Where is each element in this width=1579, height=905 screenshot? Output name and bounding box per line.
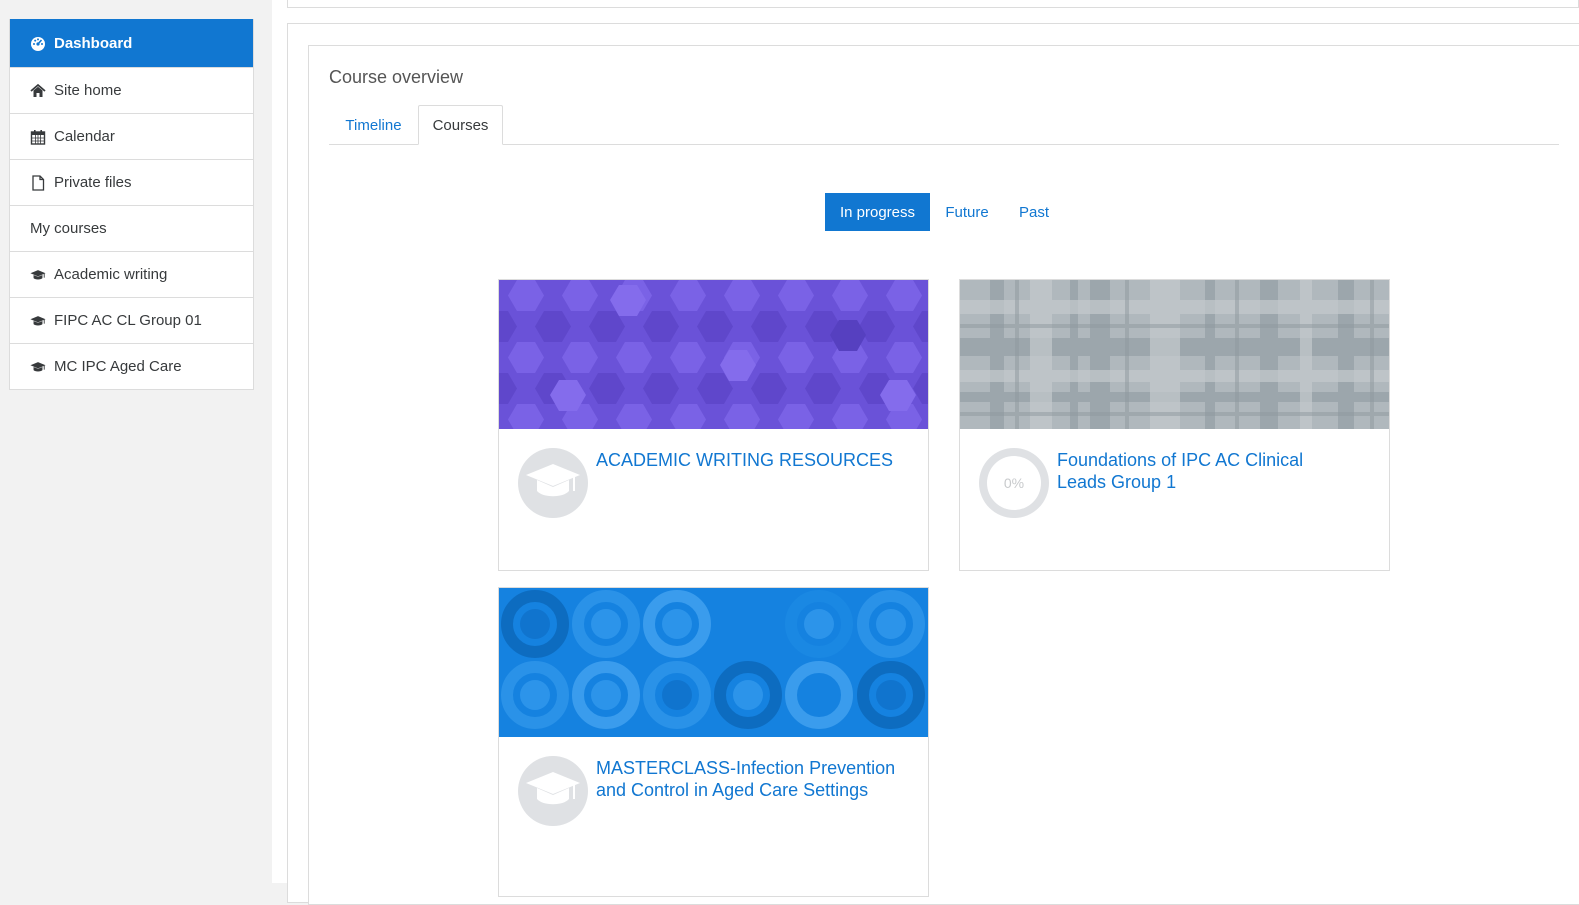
course-banner-image[interactable] [499,280,928,429]
graduation-cap-icon [30,267,46,283]
tabs-divider [329,144,1559,145]
sidebar-item-academic-writing[interactable]: Academic writing [10,251,253,297]
course-card[interactable]: ACADEMIC WRITING RESOURCES [498,279,929,571]
sidebar-item-label: Academic writing [54,266,168,283]
sidebar-item-label: Dashboard [54,34,133,52]
graduation-cap-icon [30,313,46,329]
tab-timeline[interactable]: Timeline [329,105,418,145]
tab-courses[interactable]: Courses [418,105,503,145]
file-icon [30,174,46,191]
sidebar-item-label: Site home [54,82,122,99]
sidebar-item-label: My courses [30,220,107,237]
filter-in-progress-button[interactable]: In progress [825,193,930,231]
sidebar-item-my-courses[interactable]: My courses [10,205,253,251]
sidebar-item-site-home[interactable]: Site home [10,67,253,113]
calendar-icon [30,129,46,145]
graduation-cap-icon [524,461,582,506]
course-progress-badge: 0% [979,448,1049,518]
sidebar-item-fipc-ac-cl-group-01[interactable]: FIPC AC CL Group 01 [10,297,253,343]
filter-past-button[interactable]: Past [1004,193,1064,231]
course-title-link[interactable]: MASTERCLASS-Infection Prevention and Con… [596,757,896,801]
course-card[interactable]: MASTERCLASS-Infection Prevention and Con… [498,587,929,897]
sidebar-item-mc-ipc-aged-care[interactable]: MC IPC Aged Care [10,343,253,389]
sidebar-item-label: Calendar [54,128,115,145]
course-banner-image[interactable] [499,588,928,737]
course-badge [518,756,588,826]
course-title-link[interactable]: ACADEMIC WRITING RESOURCES [596,449,896,471]
sidebar-item-dashboard[interactable]: Dashboard [10,19,253,67]
sidebar-item-private-files[interactable]: Private files [10,159,253,205]
graduation-cap-icon [30,359,46,375]
sidebar-item-calendar[interactable]: Calendar [10,113,253,159]
top-block-edge [287,0,1579,8]
graduation-cap-icon [524,769,582,814]
filter-future-button[interactable]: Future [930,193,1004,231]
course-banner-image[interactable] [960,280,1389,429]
course-badge [518,448,588,518]
home-icon [30,83,46,99]
sidebar-nav: Dashboard Site home Calendar Private fil… [9,19,254,390]
course-title-link[interactable]: Foundations of IPC AC Clinical Leads Gro… [1057,449,1357,493]
course-card[interactable]: 0% Foundations of IPC AC Clinical Leads … [959,279,1390,571]
block-title: Course overview [329,67,464,87]
sidebar-item-label: Private files [54,174,132,191]
progress-ring: 0% [987,456,1041,510]
sidebar-item-label: FIPC AC CL Group 01 [54,312,202,329]
sidebar-item-label: MC IPC Aged Care [54,358,182,375]
dashboard-icon [30,35,46,51]
